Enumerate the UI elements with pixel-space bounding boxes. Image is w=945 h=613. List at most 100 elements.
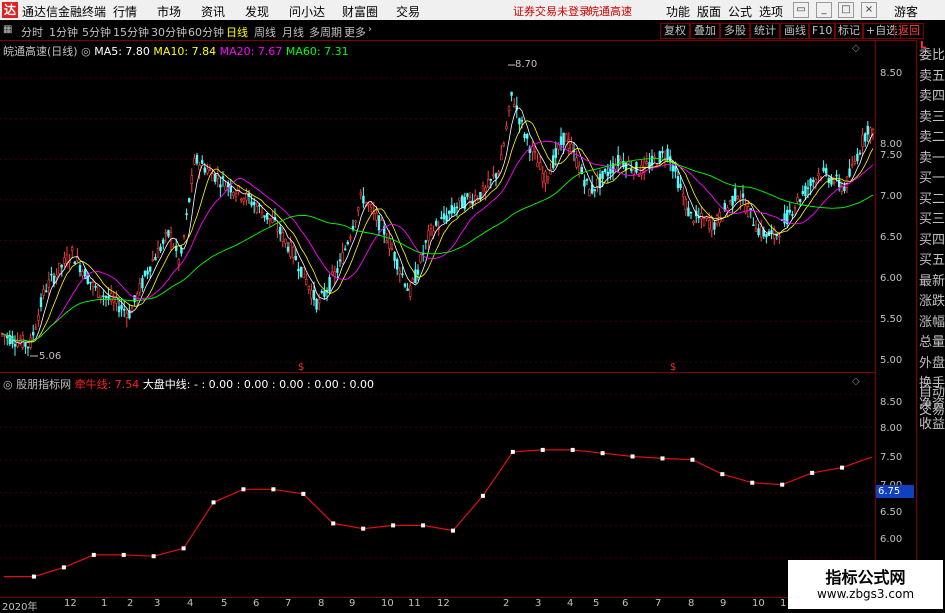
- indicator-menu-icon[interactable]: ◎: [3, 378, 13, 391]
- period-60min[interactable]: 60分钟: [188, 24, 224, 40]
- tool-stats[interactable]: 统计: [750, 23, 780, 39]
- grid-icon[interactable]: ▦: [3, 24, 12, 35]
- menu-assistant[interactable]: 问小达: [289, 3, 325, 20]
- period-daily[interactable]: 日线: [226, 24, 248, 40]
- diamond-icon[interactable]: ◇: [852, 43, 860, 54]
- sidebar-item[interactable]: 买四: [919, 233, 945, 249]
- sidebar-item[interactable]: 卖五: [919, 69, 945, 85]
- sidebar-item[interactable]: 买三: [919, 212, 945, 228]
- sidebar-item[interactable]: 卖二: [919, 130, 945, 146]
- tool-back[interactable]: 返回: [894, 23, 924, 39]
- candle-body: [81, 271, 84, 277]
- sidebar-item[interactable]: 委比: [919, 48, 945, 64]
- menu-functions[interactable]: 功能: [666, 3, 690, 20]
- candle-body: [232, 192, 235, 197]
- date-tick: 9: [720, 598, 727, 609]
- qianniu-point: [840, 465, 845, 470]
- candle-body: [219, 184, 222, 188]
- period-5min[interactable]: 5分钟: [82, 24, 111, 40]
- tool-f10[interactable]: F10: [808, 23, 837, 39]
- sidebar-item[interactable]: 最新: [919, 274, 945, 290]
- sidebar-item[interactable]: 总量: [919, 335, 945, 351]
- candle-body: [494, 173, 498, 179]
- chevron-down-icon[interactable]: ◎: [81, 45, 91, 58]
- tool-multi-stock[interactable]: 多股: [720, 23, 750, 39]
- period-intraday[interactable]: 分时: [21, 24, 43, 40]
- menu-market[interactable]: 市场: [157, 3, 181, 20]
- chevron-right-icon[interactable]: ›: [368, 24, 372, 35]
- candle-body: [336, 268, 339, 273]
- main-kline-chart[interactable]: $ $ 皖通高速(日线) ◎ MA5: 7.80 MA10: 7.84 MA20:…: [0, 40, 875, 372]
- minimize-icon[interactable]: _: [816, 2, 832, 18]
- candle-body: [619, 158, 623, 162]
- candle-body: [385, 240, 388, 243]
- restore-icon[interactable]: ▭: [793, 2, 809, 18]
- candle-body: [42, 289, 45, 296]
- sidebar-item[interactable]: 涨跌: [919, 294, 945, 310]
- candle-body: [702, 218, 706, 226]
- candle-body: [167, 230, 170, 237]
- candle-body: [29, 337, 32, 348]
- menu-discover[interactable]: 发现: [245, 3, 269, 20]
- period-monthly[interactable]: 月线: [282, 24, 304, 40]
- trade-login-warning[interactable]: 证券交易未登录: [513, 3, 590, 19]
- menu-formula[interactable]: 公式: [728, 3, 752, 20]
- maximize-icon[interactable]: □: [838, 2, 854, 18]
- candle-body: [869, 127, 872, 138]
- sidebar-item[interactable]: 卖四: [919, 89, 945, 105]
- sidebar-item[interactable]: 交易: [919, 403, 945, 419]
- period-multi[interactable]: 多周期: [309, 24, 342, 40]
- period-15min[interactable]: 15分钟: [113, 24, 149, 40]
- candle-body: [240, 198, 243, 201]
- user-label[interactable]: 游客: [894, 3, 918, 20]
- candle-body: [307, 285, 310, 290]
- period-30min[interactable]: 30分钟: [151, 24, 187, 40]
- sidebar-item[interactable]: 卖三: [919, 110, 945, 126]
- sidebar-item[interactable]: 买二: [919, 192, 945, 208]
- menu-quotes[interactable]: 行情: [113, 3, 137, 20]
- candle-body: [754, 228, 758, 233]
- qianniu-point: [331, 521, 336, 526]
- candle-body: [3, 335, 6, 337]
- candle-body: [39, 297, 43, 308]
- candle-body: [369, 204, 373, 208]
- menu-wealth[interactable]: 财富圈: [342, 3, 378, 20]
- candle-body: [848, 168, 851, 177]
- menu-news[interactable]: 资讯: [201, 3, 225, 20]
- sidebar-item[interactable]: 自动: [919, 385, 945, 401]
- indicator-chart[interactable]: ◎ 股朋指标网 牵牛线: 7.54 大盘中线: - : 0.00 : 0.00 …: [0, 372, 875, 598]
- sidebar-item[interactable]: 外盘: [919, 356, 945, 372]
- candle-body: [102, 295, 105, 298]
- period-weekly[interactable]: 周线: [254, 24, 276, 40]
- period-1min[interactable]: 1分钟: [49, 24, 78, 40]
- candle-body: [86, 275, 90, 284]
- sidebar-item[interactable]: 卖一: [919, 151, 945, 167]
- menu-options[interactable]: 选项: [759, 3, 783, 20]
- sidebar-item[interactable]: 涨幅: [919, 315, 945, 331]
- main-ytick: 7.00: [880, 191, 903, 202]
- candle-body: [557, 144, 560, 150]
- diamond-icon[interactable]: ◇: [852, 376, 860, 387]
- menu-trade[interactable]: 交易: [396, 3, 420, 20]
- high-price-label: 8.70: [515, 59, 538, 70]
- candle-body: [811, 180, 815, 183]
- candle-body: [434, 220, 438, 226]
- close-icon[interactable]: ×: [861, 2, 877, 18]
- menu-layout[interactable]: 版面: [697, 3, 721, 20]
- candle-body: [731, 195, 734, 206]
- dividend-marker: $: [670, 362, 676, 372]
- qianniu-line-label: 牵牛线: 7.54: [74, 378, 140, 391]
- tool-mark[interactable]: 标记: [834, 23, 864, 39]
- candle-body: [117, 306, 121, 313]
- sidebar-item[interactable]: 买一: [919, 171, 945, 187]
- tool-adjust[interactable]: 复权: [660, 23, 690, 39]
- sidebar-item[interactable]: 买五: [919, 253, 945, 269]
- candle-body: [89, 281, 92, 284]
- sidebar-item[interactable]: 收益: [919, 417, 945, 433]
- tool-overlay[interactable]: 叠加: [690, 23, 720, 39]
- candle-body: [60, 264, 64, 268]
- candle-body: [536, 162, 539, 168]
- candle-body: [221, 176, 225, 179]
- tool-draw[interactable]: 画线: [780, 23, 810, 39]
- period-more[interactable]: 更多: [344, 24, 366, 40]
